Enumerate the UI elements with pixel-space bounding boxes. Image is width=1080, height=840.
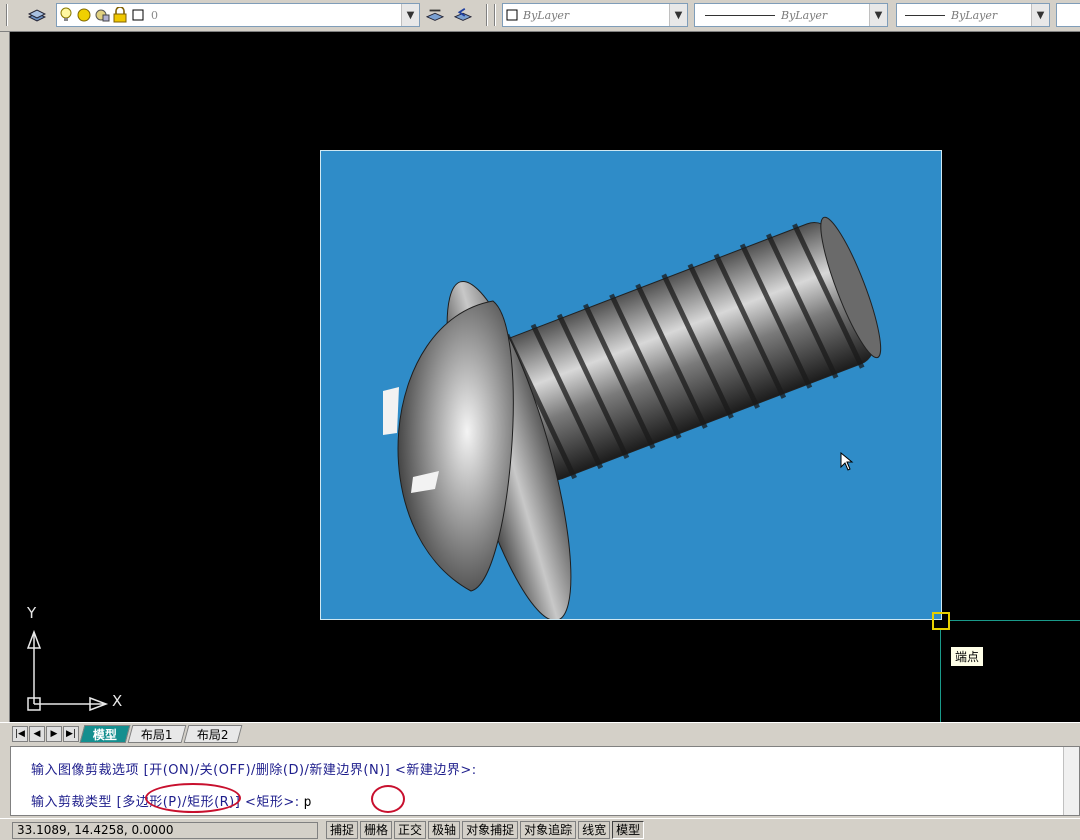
command-window-scrollbar[interactable] (1063, 747, 1079, 815)
lineweight-sample (905, 14, 945, 16)
lineweight-combo[interactable]: ByLayer ▼ (896, 3, 1050, 27)
tab-model[interactable]: 模型 (79, 724, 131, 743)
lightbulb-icon[interactable] (57, 6, 75, 24)
sun-freeze-icon[interactable] (75, 6, 93, 24)
layer-combo-value: 0 (151, 8, 158, 22)
polar-button[interactable]: 极轴 (428, 821, 461, 839)
left-window-frame (0, 32, 10, 722)
plotstyle-combo[interactable] (1056, 3, 1080, 27)
layer-combo-chevron-down-icon[interactable]: ▼ (401, 4, 419, 26)
lineweight-combo-value: ByLayer (951, 8, 998, 22)
ortho-button[interactable]: 正交 (394, 821, 427, 839)
linetype-combo-chevron-down-icon[interactable]: ▼ (869, 4, 887, 26)
properties-toolbar: 0 ▼ ByLayer ▼ ByLayer ▼ ByLayer ▼ (0, 0, 1080, 32)
osnap-button[interactable]: 对象捕捉 (462, 821, 519, 839)
snap-button[interactable]: 捕捉 (326, 821, 359, 839)
linetype-combo[interactable]: ByLayer ▼ (694, 3, 888, 27)
screw-render (383, 216, 882, 619)
snap-tooltip: 端点 (950, 646, 985, 667)
command-input[interactable]: p (304, 795, 312, 810)
color-combo[interactable]: ByLayer ▼ (502, 3, 688, 27)
toolbar-grip (6, 4, 8, 26)
last-tab-icon[interactable]: ▶| (63, 725, 79, 742)
color-combo-value: ByLayer (523, 8, 570, 22)
toolbar-separator (486, 4, 488, 26)
lock-icon[interactable] (111, 6, 129, 24)
color-swatch-icon (503, 6, 521, 24)
annotation-circle-polygon (145, 783, 241, 813)
ucs-x-label: X (112, 692, 123, 710)
ucs-icon: Y X (24, 604, 124, 717)
lineweight-button[interactable]: 线宽 (578, 821, 611, 839)
drafting-settings-buttons: 捕捉 栅格 正交 极轴 对象捕捉 对象追踪 线宽 模型 (326, 821, 646, 839)
coordinate-readout[interactable]: 33.1089, 14.4258, 0.0000 (12, 822, 318, 839)
command-window[interactable]: 输入图像剪裁选项 [开(ON)/关(OFF)/删除(D)/新建边界(N)] <新… (10, 746, 1080, 816)
layer-previous-icon[interactable] (454, 6, 472, 24)
viewport-freeze-icon[interactable] (93, 6, 111, 24)
mouse-pointer-icon (840, 451, 854, 475)
model-space-button[interactable]: 模型 (612, 821, 645, 839)
color-combo-chevron-down-icon[interactable]: ▼ (669, 4, 687, 26)
make-object-layer-current-icon[interactable] (426, 6, 444, 24)
ucs-y-label: Y (27, 604, 37, 622)
endpoint-snap-marker[interactable] (932, 612, 950, 630)
linetype-combo-value: ByLayer (781, 8, 828, 22)
prev-tab-icon[interactable]: ◀ (29, 725, 45, 742)
command-history-line: 输入图像剪裁选项 [开(ON)/关(OFF)/删除(D)/新建边界(N)] <新… (31, 763, 477, 778)
otrack-button[interactable]: 对象追踪 (520, 821, 577, 839)
layer-manager-icon[interactable] (28, 6, 46, 24)
tab-layout1[interactable]: 布局1 (127, 724, 187, 743)
linetype-sample (705, 14, 775, 16)
snap-tracking-line (940, 630, 941, 722)
next-tab-icon[interactable]: ▶ (46, 725, 62, 742)
layer-color-swatch-icon (129, 6, 147, 24)
drawing-canvas[interactable]: 端点 Y X (10, 32, 1080, 722)
grid-button[interactable]: 栅格 (360, 821, 393, 839)
layer-combo[interactable]: 0 ▼ (56, 3, 420, 27)
layout-tabs-bar: |◀ ◀ ▶ ▶| 模型 布局1 布局2 (0, 722, 1080, 744)
annotation-circle-input (371, 785, 405, 813)
tab-layout2[interactable]: 布局2 (183, 724, 242, 743)
raster-image-screw[interactable] (320, 150, 942, 620)
first-tab-icon[interactable]: |◀ (12, 725, 28, 742)
toolbar-separator (494, 4, 496, 26)
status-bar: 33.1089, 14.4258, 0.0000 捕捉 栅格 正交 极轴 对象捕… (0, 818, 1080, 840)
snap-tracking-line (950, 620, 1080, 621)
lineweight-combo-chevron-down-icon[interactable]: ▼ (1031, 4, 1049, 26)
